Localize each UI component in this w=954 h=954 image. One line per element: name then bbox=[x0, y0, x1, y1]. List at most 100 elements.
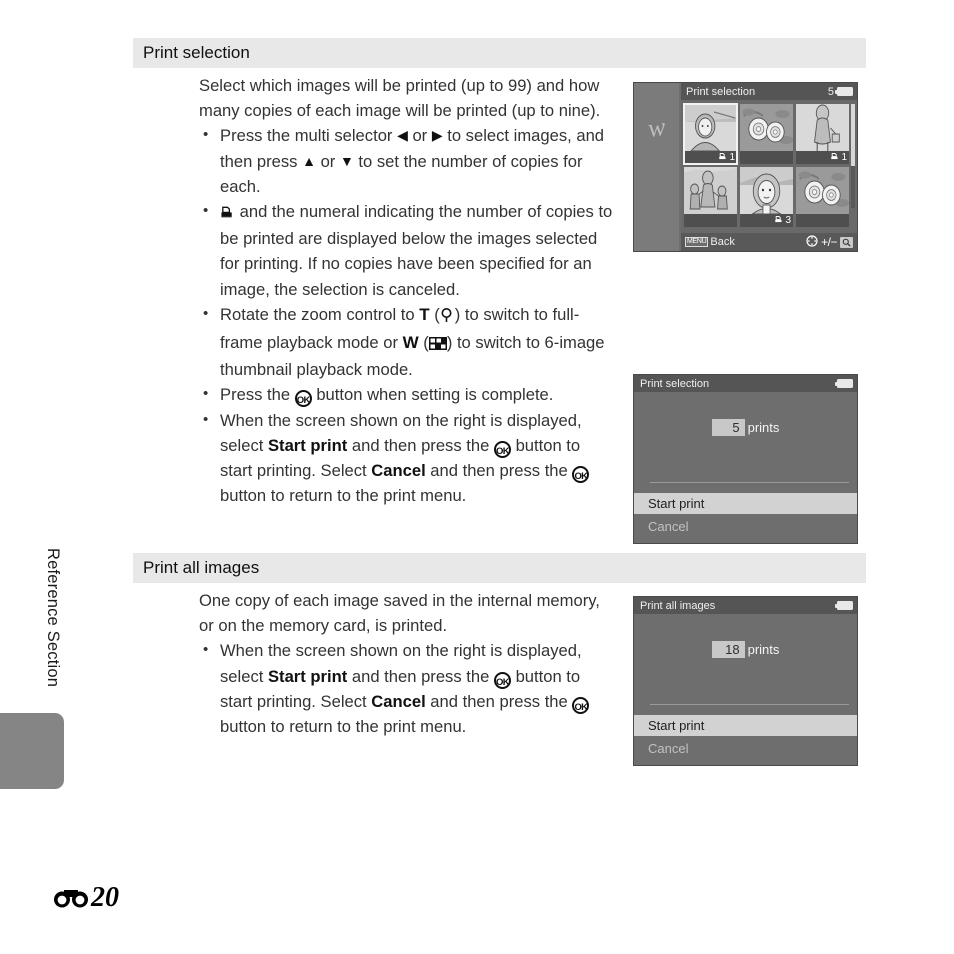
print-copy-count: 1 bbox=[841, 151, 847, 163]
decorative-mark-icon: w bbox=[645, 111, 668, 144]
thumbnail-grid-icon bbox=[428, 332, 447, 357]
bullet-list: Press the multi selector ◀ or ▶ to selec… bbox=[199, 122, 617, 509]
section-header-print-selection: Print selection bbox=[133, 38, 866, 68]
emphasis-text: Cancel bbox=[371, 691, 426, 711]
screen-bottom-bar: MENU Back +/− bbox=[681, 233, 857, 251]
thumbnail-footer bbox=[684, 214, 737, 227]
cancel-option[interactable]: Cancel bbox=[634, 738, 857, 759]
battery-full-icon bbox=[835, 601, 853, 610]
print-count-row: 18 prints bbox=[634, 641, 857, 658]
thumbnail-footer: 1 bbox=[796, 151, 849, 164]
section-intro: One copy of each image saved in the inte… bbox=[199, 591, 600, 636]
divider bbox=[650, 482, 849, 483]
multi-selector-icon bbox=[806, 234, 818, 250]
battery-full-icon bbox=[835, 87, 853, 96]
ok-button-icon: OK bbox=[493, 440, 511, 458]
thumbnail-footer: 1 bbox=[684, 151, 737, 164]
bullet-item: Press the OK button when setting is comp… bbox=[199, 381, 617, 408]
down-triangle-icon: ▼ bbox=[339, 152, 354, 169]
start-print-option[interactable]: Start print bbox=[634, 493, 857, 514]
bullet-item: When the screen shown on the right is di… bbox=[199, 407, 617, 509]
thumbnail-cell[interactable]: 1 bbox=[683, 103, 738, 165]
camera-screen-print-selection-grid: w Print selection 5 1 1 3 MENU Back +/− bbox=[633, 82, 858, 252]
camera-screen-print-all-images-confirm: Print all images 18 prints Start print C… bbox=[633, 596, 858, 766]
page-folio: 20 bbox=[52, 884, 119, 912]
back-label: Back bbox=[710, 236, 735, 248]
bullet-list: When the screen shown on the right is di… bbox=[199, 637, 617, 739]
camera-screen-print-selection-confirm: Print selection 5 prints Start print Can… bbox=[633, 374, 858, 544]
cancel-option[interactable]: Cancel bbox=[634, 516, 857, 537]
bullet-item: Rotate the zoom control to T () to switc… bbox=[199, 301, 617, 383]
start-print-option[interactable]: Start print bbox=[634, 715, 857, 736]
print-order-icon bbox=[718, 151, 728, 164]
thumbnail-footer: 3 bbox=[740, 214, 793, 227]
battery-full-icon bbox=[835, 379, 853, 388]
thumbnail-grid[interactable]: 1 1 3 bbox=[683, 103, 849, 227]
thumbnail-image bbox=[796, 167, 849, 214]
thumbnail-cell[interactable]: 1 bbox=[796, 104, 849, 164]
page-number: 20 bbox=[91, 882, 119, 913]
thumbnail-cell[interactable] bbox=[740, 104, 793, 164]
section-body-print-all-images: One copy of each image saved in the inte… bbox=[199, 588, 617, 739]
ok-button-icon: OK bbox=[493, 671, 511, 689]
thumbnail-footer bbox=[796, 214, 849, 227]
scrollbar-thumb[interactable] bbox=[851, 104, 855, 166]
ok-button-icon: OK bbox=[572, 466, 590, 484]
thumbnail-image bbox=[740, 104, 793, 151]
up-triangle-icon: ▲ bbox=[302, 152, 316, 169]
divider bbox=[650, 704, 849, 705]
print-count-value: 18 bbox=[711, 641, 745, 658]
manual-page: Reference Section 20 Print selection Sel… bbox=[0, 0, 954, 954]
print-order-icon bbox=[830, 151, 840, 164]
section-title: Print all images bbox=[143, 558, 260, 577]
section-side-tab bbox=[0, 713, 64, 789]
bullet-item: When the screen shown on the right is di… bbox=[199, 637, 617, 739]
emphasis-text: T bbox=[419, 304, 430, 324]
back-control[interactable]: MENU Back bbox=[685, 236, 735, 248]
section-header-print-all-images: Print all images bbox=[133, 553, 866, 583]
thumbnail-image bbox=[796, 104, 849, 151]
section-title: Print selection bbox=[143, 43, 250, 62]
screen-titlebar: Print all images bbox=[634, 597, 857, 614]
screen-title: Print selection bbox=[686, 85, 756, 98]
scrollbar[interactable] bbox=[851, 104, 855, 208]
print-count-unit: prints bbox=[747, 642, 780, 657]
print-count-value: 5 bbox=[711, 419, 745, 436]
thumbnail-image bbox=[684, 104, 737, 152]
emphasis-text: W bbox=[402, 333, 419, 353]
emphasis-text: Start print bbox=[267, 435, 348, 455]
print-copy-count: 3 bbox=[785, 214, 791, 226]
menu-chip-icon: MENU bbox=[685, 237, 709, 247]
binoculars-icon bbox=[52, 887, 90, 909]
print-count-unit: prints bbox=[747, 420, 780, 435]
print-order-icon bbox=[220, 204, 235, 223]
bullet-item: Press the multi selector ◀ or ▶ to selec… bbox=[199, 122, 617, 199]
ok-button-icon: OK bbox=[294, 390, 312, 408]
selected-count: 5 bbox=[827, 85, 834, 98]
screen-title: Print all images bbox=[640, 599, 716, 612]
thumbnail-cell[interactable] bbox=[796, 167, 849, 227]
thumbnail-cell[interactable]: 3 bbox=[740, 167, 793, 227]
magnifier-icon bbox=[440, 307, 455, 327]
screen-left-panel: w bbox=[634, 83, 679, 251]
print-count-row: 5 prints bbox=[634, 419, 857, 436]
screen-content: Print selection 5 1 1 3 MENU Back +/− bbox=[681, 83, 857, 251]
ok-button-icon: OK bbox=[572, 696, 590, 714]
plus-minus-label: +/− bbox=[821, 235, 837, 249]
thumbnail-cell[interactable] bbox=[684, 167, 737, 227]
thumbnail-image bbox=[740, 167, 793, 215]
section-body-print-selection: Select which images will be printed (up … bbox=[199, 73, 617, 508]
print-order-icon bbox=[774, 214, 784, 227]
screen-status-group: 5 bbox=[828, 86, 853, 98]
screen-titlebar: Print selection bbox=[634, 375, 857, 392]
emphasis-text: Cancel bbox=[371, 461, 426, 481]
magnifier-icon bbox=[840, 236, 853, 248]
print-copy-count: 1 bbox=[729, 151, 735, 163]
thumbnail-footer bbox=[740, 151, 793, 164]
bottom-right-controls: +/− bbox=[806, 234, 853, 250]
thumbnail-image bbox=[684, 167, 737, 214]
section-side-label: Reference Section bbox=[44, 548, 62, 688]
section-intro: Select which images will be printed (up … bbox=[199, 76, 601, 121]
emphasis-text: Start print bbox=[267, 666, 348, 686]
right-triangle-icon: ▶ bbox=[431, 127, 443, 144]
